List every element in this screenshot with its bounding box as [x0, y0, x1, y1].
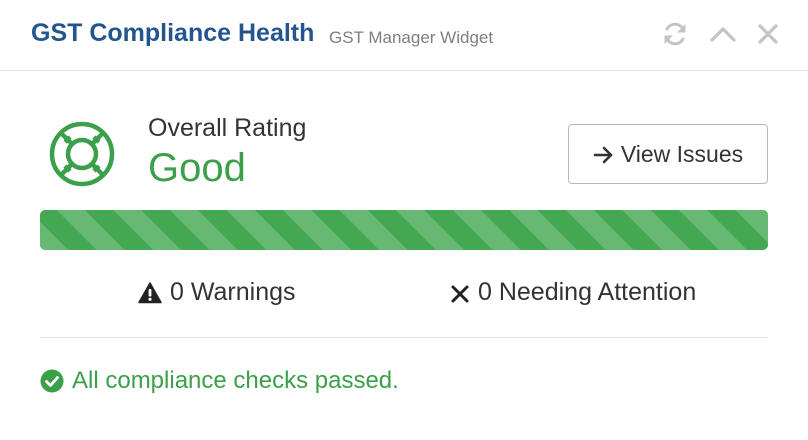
widget-subtitle: GST Manager Widget [329, 28, 494, 47]
chevron-up-icon[interactable] [710, 21, 736, 47]
status-message: All compliance checks passed. [40, 367, 399, 395]
rating-value: Good [148, 146, 246, 190]
check-circle-icon [40, 369, 64, 393]
warnings-count: 0 Warnings [170, 278, 296, 306]
warning-icon [138, 281, 162, 305]
compliance-progress-bar [40, 210, 768, 250]
widget-header: GST Compliance Health GST Manager Widget [0, 0, 808, 71]
times-icon [450, 281, 470, 305]
section-divider [40, 337, 768, 338]
rating-label: Overall Rating [148, 114, 307, 142]
widget-title: GST Compliance Health [31, 19, 315, 47]
status-text: All compliance checks passed. [72, 367, 399, 394]
view-issues-button[interactable]: View Issues [568, 124, 768, 184]
arrow-right-icon [593, 144, 615, 164]
warnings-stat: 0 Warnings [138, 278, 296, 307]
attention-count: 0 Needing Attention [478, 278, 697, 306]
refresh-icon[interactable] [662, 21, 688, 47]
close-icon[interactable] [755, 21, 781, 47]
view-issues-label: View Issues [620, 140, 744, 167]
compliance-health-widget: GST Compliance Health GST Manager Widget [0, 0, 808, 440]
life-ring-icon [48, 120, 116, 188]
progress-fill [40, 210, 768, 250]
attention-stat: 0 Needing Attention [450, 278, 696, 307]
